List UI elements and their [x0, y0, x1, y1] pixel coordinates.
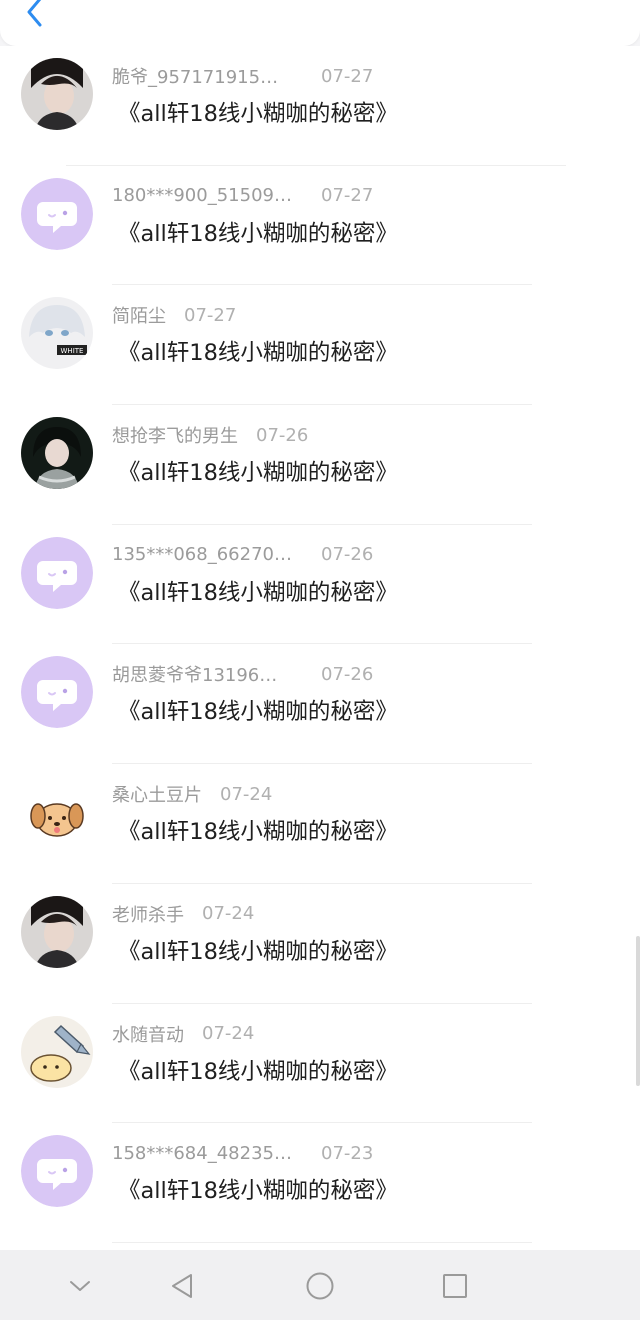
work-title[interactable]: 《all轩18线小糊咖的秘密》 [118, 1054, 398, 1086]
user-name[interactable]: 180***900_51509… [112, 185, 321, 206]
list-item[interactable]: 135***068_66270… 07-26 《all轩18线小糊咖的秘密》 [0, 525, 640, 645]
item-meta: 想抢李飞的男生 07-26 [112, 422, 309, 448]
comment-date: 07-23 [321, 1142, 374, 1164]
home-circle-icon[interactable] [300, 1266, 340, 1306]
work-title[interactable]: 《all轩18线小糊咖的秘密》 [118, 335, 398, 367]
list-item[interactable]: 胡思菱爷爷13196… 07-26 《all轩18线小糊咖的秘密》 [0, 644, 640, 765]
divider [112, 1241, 532, 1243]
user-name[interactable]: 135***068_66270… [112, 544, 321, 565]
item-meta: 180***900_51509… 07-27 [112, 184, 373, 208]
user-name[interactable]: 桑心土豆片 [112, 781, 202, 807]
user-photo-icon [21, 417, 93, 490]
work-title[interactable]: 《all轩18线小糊咖的秘密》 [118, 216, 398, 248]
list-item[interactable]: 想抢李飞的男生 07-26 《all轩18线小糊咖的秘密》 [0, 405, 640, 525]
comment-date: 07-27 [321, 185, 374, 207]
comment-date: 07-27 [184, 304, 237, 326]
item-meta: 老师杀手 07-24 [112, 902, 254, 926]
work-title[interactable]: 《all轩18线小糊咖的秘密》 [118, 575, 398, 607]
item-meta: 水随音动 07-24 [112, 1022, 254, 1046]
scrollbar[interactable] [636, 936, 640, 1086]
list-item[interactable]: 桑心土豆片 07-24 《all轩18线小糊咖的秘密》 [0, 764, 640, 884]
user-name[interactable]: 想抢李飞的男生 [112, 422, 238, 448]
recents-square-icon[interactable] [435, 1266, 475, 1306]
avatar[interactable] [21, 536, 93, 609]
list-item[interactable]: 脆爷_957171915… 07-27 《all轩18线小糊咖的秘密》 [0, 46, 640, 166]
user-photo-icon [21, 776, 93, 849]
svg-text:WHITE: WHITE [61, 347, 84, 355]
user-name[interactable]: 158***684_48235… [112, 1143, 321, 1164]
avatar[interactable] [21, 58, 93, 130]
avatar[interactable] [21, 776, 93, 849]
list-item[interactable]: 老师杀手 07-24 《all轩18线小糊咖的秘密》 [0, 884, 640, 1004]
default-avatar-icon [21, 536, 93, 609]
list-item[interactable]: 158***684_48235… 07-23 《all轩18线小糊咖的秘密》 [0, 1123, 640, 1243]
item-meta: 简陌尘 07-27 [112, 302, 237, 328]
item-meta: 135***068_66270… 07-26 [112, 543, 373, 567]
user-photo-icon [21, 1015, 93, 1088]
top-bar [0, 0, 640, 46]
list-item[interactable]: 180***900_51509… 07-27 《all轩18线小糊咖的秘密》 [0, 166, 640, 286]
comment-date: 07-24 [202, 1023, 255, 1044]
work-title[interactable]: 《all轩18线小糊咖的秘密》 [118, 694, 398, 726]
work-title[interactable]: 《all轩18线小糊咖的秘密》 [118, 96, 398, 128]
work-title[interactable]: 《all轩18线小糊咖的秘密》 [118, 934, 398, 966]
comment-date: 07-27 [321, 65, 374, 87]
comment-date: 07-26 [256, 424, 309, 446]
user-name[interactable]: 简陌尘 [112, 302, 166, 328]
user-name[interactable]: 胡思菱爷爷13196… [112, 661, 321, 687]
avatar[interactable] [21, 895, 93, 968]
work-title[interactable]: 《all轩18线小糊咖的秘密》 [118, 455, 398, 487]
chevron-down-icon[interactable] [60, 1266, 100, 1306]
list-item[interactable]: WHITE 简陌尘 07-27 《all轩18线小糊咖的秘密》 [0, 285, 640, 406]
comment-date: 07-26 [321, 544, 374, 566]
item-meta: 桑心土豆片 07-24 [112, 781, 273, 807]
default-avatar-icon [21, 177, 93, 250]
work-title[interactable]: 《all轩18线小糊咖的秘密》 [118, 814, 398, 846]
work-title[interactable]: 《all轩18线小糊咖的秘密》 [118, 1173, 398, 1205]
back-triangle-icon[interactable] [162, 1266, 202, 1306]
user-name[interactable]: 水随音动 [112, 1021, 184, 1047]
avatar[interactable] [21, 656, 93, 729]
user-name[interactable]: 脆爷_957171915… [112, 63, 321, 89]
default-avatar-icon [21, 656, 93, 729]
avatar[interactable] [21, 1135, 93, 1208]
comment-date: 07-26 [321, 663, 374, 685]
list-item[interactable]: 水随音动 07-24 《all轩18线小糊咖的秘密》 [0, 1004, 640, 1124]
item-meta: 脆爷_957171915… 07-27 [112, 63, 374, 89]
user-photo-icon: WHITE [21, 297, 93, 370]
user-photo-icon [21, 895, 93, 968]
avatar[interactable] [21, 177, 93, 250]
item-meta: 胡思菱爷爷13196… 07-26 [112, 661, 374, 687]
system-navbar [0, 1250, 640, 1320]
avatar[interactable]: WHITE [21, 297, 93, 370]
avatar[interactable] [21, 1015, 93, 1088]
user-name[interactable]: 老师杀手 [112, 901, 184, 927]
back-button[interactable] [20, 0, 50, 30]
comment-date: 07-24 [220, 783, 273, 805]
item-meta: 158***684_48235… 07-23 [112, 1141, 373, 1165]
chevron-left-icon [27, 0, 42, 27]
user-photo-icon [21, 58, 93, 130]
comment-date: 07-24 [202, 903, 255, 925]
default-avatar-icon [21, 1135, 93, 1208]
avatar[interactable] [21, 417, 93, 490]
work-list: 脆爷_957171915… 07-27 《all轩18线小糊咖的秘密》 180*… [0, 46, 640, 1250]
